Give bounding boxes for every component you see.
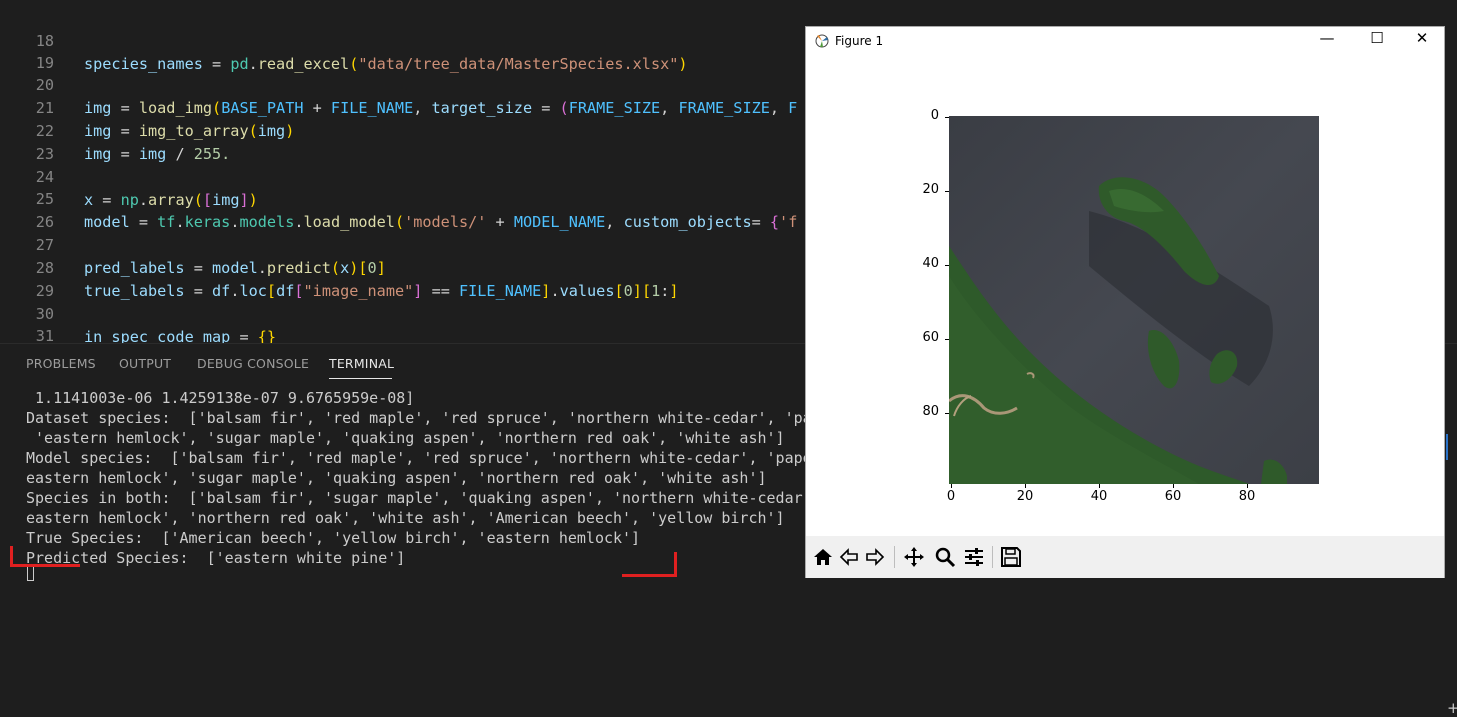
annotation-mark-right-horizontal [622, 574, 677, 577]
figure-title: Figure 1 [835, 34, 884, 48]
terminal-line: Species in both: ['balsam fir', 'sugar m… [26, 489, 812, 507]
x-tick-mark [1099, 484, 1100, 488]
x-tick-mark [951, 484, 952, 488]
matplotlib-icon [815, 34, 829, 48]
terminal-line: True Species: ['American beech', 'yellow… [26, 529, 641, 547]
close-button[interactable]: ✕ [1407, 29, 1437, 47]
x-tick-mark [1173, 484, 1174, 488]
figure-window: Figure 1 — ☐ ✕ 0 20 40 60 80 0 20 40 60 … [805, 26, 1445, 578]
satellite-image [949, 116, 1319, 484]
x-tick-label: 40 [1090, 489, 1108, 504]
x-tick-mark [1025, 484, 1026, 488]
terminal-line: eastern hemlock', 'sugar maple', 'quakin… [26, 469, 767, 487]
toolbar-separator [894, 546, 895, 568]
y-tick-mark [945, 413, 949, 414]
y-tick-label: 20 [922, 182, 939, 197]
annotation-mark-left-horizontal [10, 564, 80, 567]
plot-image[interactable] [949, 116, 1319, 484]
terminal-line: Predicted Species: ['eastern white pine'… [26, 549, 406, 567]
annotation-mark-left-vertical [10, 546, 13, 566]
pan-icon[interactable] [903, 546, 925, 568]
active-tab-indicator [329, 378, 392, 379]
tab-output[interactable]: OUTPUT [119, 356, 171, 371]
terminal-line: 1.1141003e-06 1.4259138e-07 9.6765959e-0… [26, 389, 415, 407]
x-tick-mark [1247, 484, 1248, 488]
toolbar-separator [992, 546, 993, 568]
x-tick-label: 60 [1164, 489, 1182, 504]
scrollbar-marker[interactable] [1446, 434, 1448, 460]
tab-terminal[interactable]: TERMINAL [329, 356, 394, 371]
terminal-line: Dataset species: ['balsam fir', 'red map… [26, 409, 812, 427]
y-tick-label: 0 [930, 108, 939, 123]
terminal-line: Model species: ['balsam fir', 'red maple… [26, 449, 812, 467]
terminal-cursor [27, 566, 34, 581]
x-tick-label: 0 [946, 489, 956, 504]
minimize-button[interactable]: — [1312, 29, 1342, 47]
home-icon[interactable] [812, 546, 834, 568]
terminal-line: 'eastern hemlock', 'sugar maple', 'quaki… [26, 429, 785, 447]
y-tick-label: 80 [922, 404, 939, 419]
maximize-button[interactable]: ☐ [1362, 29, 1392, 47]
save-icon[interactable] [1000, 546, 1022, 568]
configure-icon[interactable] [963, 546, 985, 568]
y-tick-mark [945, 191, 949, 192]
terminal-line: eastern hemlock', 'northern red oak', 'w… [26, 509, 785, 527]
back-icon[interactable] [838, 546, 860, 568]
x-tick-label: 20 [1016, 489, 1034, 504]
zoom-icon[interactable] [934, 546, 956, 568]
add-icon[interactable]: + [1447, 699, 1457, 717]
y-tick-label: 40 [922, 256, 939, 271]
y-tick-mark [945, 117, 949, 118]
figure-toolbar [806, 536, 1444, 578]
y-tick-label: 60 [922, 330, 939, 345]
tab-problems[interactable]: PROBLEMS [26, 356, 96, 371]
forward-icon[interactable] [864, 546, 886, 568]
y-tick-mark [945, 265, 949, 266]
x-tick-label: 80 [1238, 489, 1256, 504]
tab-debug-console[interactable]: DEBUG CONSOLE [197, 356, 309, 371]
y-tick-mark [945, 339, 949, 340]
